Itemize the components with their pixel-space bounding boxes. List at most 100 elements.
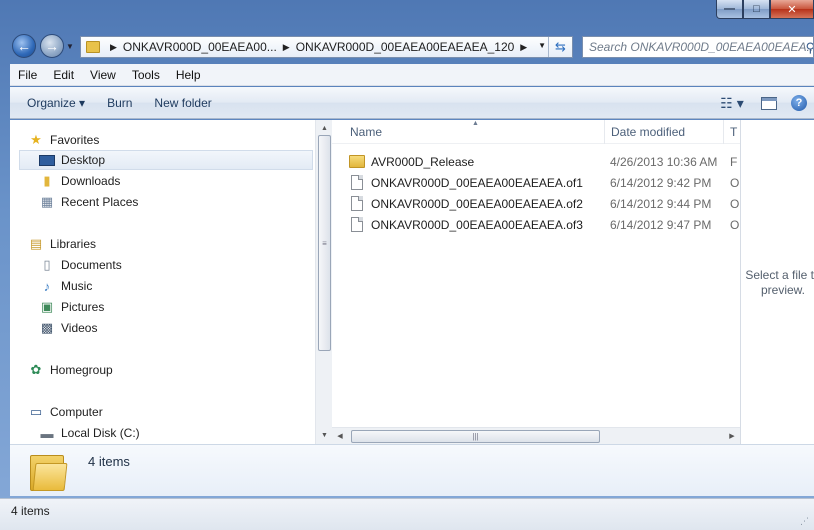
file-name: AVR000D_Release [371,154,475,169]
nav-pictures[interactable]: ▣ Pictures [39,297,105,317]
back-button[interactable]: ← [12,34,36,58]
drive-icon: ▬ [40,425,54,441]
nav-computer-label: Computer [50,405,103,419]
file-date: 6/14/2012 9:42 PM [610,175,712,190]
nav-documents[interactable]: ▯ Documents [39,255,122,275]
pictures-icon: ▣ [40,299,54,314]
nav-music[interactable]: ♪ Music [39,276,93,296]
nav-videos[interactable]: ▩ Videos [39,318,98,338]
recent-pages-dropdown[interactable]: ▼ [66,42,76,51]
maximize-button[interactable]: □ [743,0,770,19]
nav-scroll-thumb[interactable]: ≡ [318,135,331,351]
chevron-right-icon[interactable]: ▶ [283,42,290,53]
menu-edit[interactable]: Edit [45,68,82,82]
minimize-button[interactable]: — [716,0,743,19]
change-view-button[interactable]: ☷ ▾ [710,87,754,119]
file-row[interactable]: ONKAVR000D_00EAEA00EAEAEA.of2 6/14/2012 … [332,193,740,214]
star-icon: ★ [30,132,42,147]
file-date: 6/14/2012 9:47 PM [610,217,712,232]
file-type: F [730,154,738,169]
details-item-count: 4 items [88,454,130,469]
nav-libraries[interactable]: ▤ Libraries [28,234,96,254]
search-icon[interactable]: ⚲ [805,40,813,56]
file-row[interactable]: ONKAVR000D_00EAEA00EAEAEA.of3 6/14/2012 … [332,214,740,235]
file-scroll-thumb[interactable]: ||| [351,430,600,443]
nav-videos-label: Videos [61,321,98,335]
file-name: ONKAVR000D_00EAEA00EAEAEA.of2 [371,196,583,211]
preview-message: Select a file to preview. [745,268,814,297]
preview-pane-button[interactable] [754,87,784,119]
menu-bar: File Edit View Tools Help [10,64,814,86]
file-row-folder[interactable]: AVR000D_Release 4/26/2013 10:36 AM F [332,151,740,172]
chevron-right-icon[interactable]: ▶ [520,42,527,53]
navigation-row: ← → ▼ ▶ ONKAVR000D_00EAEA00... ▶ ONKAVR0… [0,30,814,62]
column-type-label: T [730,125,738,139]
libraries-icon: ▤ [29,236,43,251]
file-icon [351,217,363,232]
documents-icon: ▯ [43,257,51,272]
menu-tools[interactable]: Tools [124,68,168,82]
folder-icon [86,41,100,53]
nav-computer[interactable]: ▭ Computer [28,402,103,422]
nav-music-label: Music [61,279,93,293]
breadcrumb-current[interactable]: ONKAVR000D_00EAEA00EAEAEA_120 [296,40,515,54]
search-input[interactable]: Search ONKAVR000D_00EAEA00EAEA... ⚲ [582,36,814,58]
file-icon [351,175,363,190]
folder-large-icon [30,451,68,491]
nav-vertical-scrollbar[interactable]: ▲ ≡ ▼ [315,120,332,444]
nav-localdisk-label: Local Disk (C:) [61,426,140,440]
chevron-down-icon: ▼ [66,42,74,51]
nav-homegroup[interactable]: ✿ Homegroup [28,360,113,380]
file-list: ▲ Name Date modified T AVR000D_Release 4… [332,120,740,444]
nav-documents-label: Documents [61,258,122,272]
file-date: 6/14/2012 9:44 PM [610,196,712,211]
nav-desktop[interactable]: Desktop [19,150,313,170]
new-folder-button[interactable]: New folder [140,96,219,110]
organize-button[interactable]: Organize ▾ [10,96,93,110]
nav-pictures-label: Pictures [61,300,105,314]
chevron-down-icon[interactable]: ▼ [538,41,546,50]
file-name: ONKAVR000D_00EAEA00EAEAEA.of1 [371,175,583,190]
menu-help[interactable]: Help [168,68,209,82]
nav-local-disk[interactable]: ▬ Local Disk (C:) [39,423,140,443]
status-item-count: 4 items [11,504,50,518]
scroll-left-icon[interactable]: ◀ [332,428,348,444]
forward-button[interactable]: → [40,34,64,58]
details-pane: 4 items [10,444,814,496]
resize-grip-icon[interactable]: ⋰ [800,516,810,526]
scroll-down-icon[interactable]: ▼ [316,427,333,443]
burn-button[interactable]: Burn [93,96,140,110]
folder-icon [349,155,365,168]
scroll-up-icon[interactable]: ▲ [316,120,333,136]
file-type: O [730,217,740,232]
chevron-right-icon[interactable]: ▶ [110,42,117,53]
nav-downloads[interactable]: ▮ Downloads [39,171,120,191]
desktop-icon [39,154,55,166]
file-row[interactable]: ONKAVR000D_00EAEA00EAEAEA.of1 6/14/2012 … [332,172,740,193]
homegroup-icon: ✿ [30,362,42,377]
videos-icon: ▩ [40,320,54,335]
nav-favorites[interactable]: ★ Favorites [28,130,99,150]
preview-pane: Select a file to preview. [740,120,814,444]
help-icon: ? [791,95,807,111]
nav-desktop-label: Desktop [61,153,106,167]
nav-downloads-label: Downloads [61,174,121,188]
column-name[interactable]: Name [344,120,605,144]
breadcrumb-parent[interactable]: ONKAVR000D_00EAEA00... [123,40,277,54]
column-type[interactable]: T [724,120,740,144]
menu-view[interactable]: View [82,68,124,82]
refresh-icon: ⇆ [555,39,566,54]
help-button[interactable]: ? [784,87,814,119]
refresh-button[interactable]: ⇆ [548,37,572,57]
address-bar[interactable]: ▶ ONKAVR000D_00EAEA00... ▶ ONKAVR000D_00… [80,36,573,58]
preview-pane-icon [761,96,777,110]
caption-buttons: — □ ✕ [716,0,814,20]
close-button[interactable]: ✕ [770,0,814,19]
file-horizontal-scrollbar[interactable]: ◀ ||| ▶ [332,427,740,444]
nav-recent-places[interactable]: ▦ Recent Places [39,192,139,212]
scroll-right-icon[interactable]: ▶ [724,428,740,444]
recent-places-icon: ▦ [40,194,54,209]
column-date-modified[interactable]: Date modified [605,120,724,144]
arrow-right-icon: → [45,38,59,54]
menu-file[interactable]: File [10,68,45,82]
